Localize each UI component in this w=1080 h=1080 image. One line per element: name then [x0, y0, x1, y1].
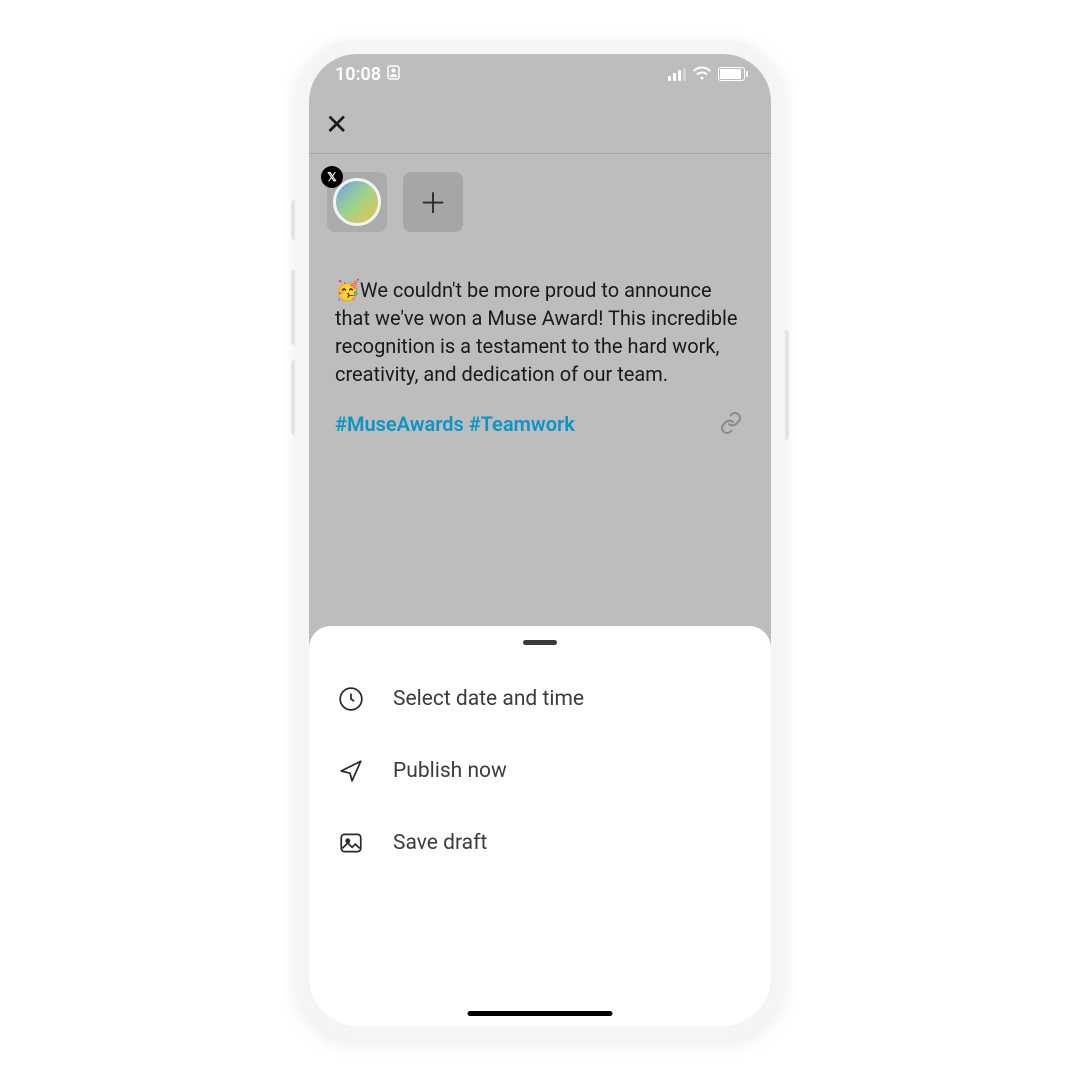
account-selector: 𝕏 ＋	[327, 172, 463, 232]
add-account-button[interactable]: ＋	[403, 172, 463, 232]
cellular-icon	[668, 68, 686, 81]
save-draft-item[interactable]: Save draft	[309, 807, 771, 879]
link-icon[interactable]	[719, 411, 743, 442]
close-icon[interactable]: ✕	[325, 108, 348, 141]
sheet-item-label: Select date and time	[393, 687, 584, 711]
person-card-icon	[387, 64, 400, 85]
status-time: 10:08	[335, 64, 381, 85]
home-indicator[interactable]	[468, 1011, 613, 1016]
post-composer[interactable]: 🥳We couldn't be more proud to announce t…	[335, 276, 745, 438]
post-hashtags: #MuseAwards #Teamwork	[335, 410, 745, 438]
screen: 10:08 ✕ 𝕏 ＋	[309, 54, 771, 1026]
clock-icon	[337, 685, 365, 713]
post-emoji: 🥳	[335, 278, 360, 302]
x-platform-badge-icon: 𝕏	[321, 166, 343, 188]
plus-icon: ＋	[419, 182, 447, 222]
send-icon	[337, 757, 365, 785]
sheet-item-label: Save draft	[393, 831, 487, 855]
image-icon	[337, 829, 365, 857]
phone-frame: 10:08 ✕ 𝕏 ＋	[295, 40, 785, 1040]
action-sheet: Select date and time Publish now Save dr…	[309, 626, 771, 1026]
compose-topbar: ✕	[309, 99, 771, 154]
selected-account[interactable]: 𝕏	[327, 172, 387, 232]
publish-now-item[interactable]: Publish now	[309, 735, 771, 807]
battery-icon	[718, 67, 745, 81]
post-body-text: We couldn't be more proud to announce th…	[335, 278, 737, 386]
status-bar: 10:08	[309, 54, 771, 94]
wifi-icon	[693, 64, 711, 85]
sheet-grabber[interactable]	[523, 640, 557, 645]
avatar	[333, 178, 381, 226]
sheet-item-label: Publish now	[393, 759, 507, 783]
select-date-time-item[interactable]: Select date and time	[309, 663, 771, 735]
